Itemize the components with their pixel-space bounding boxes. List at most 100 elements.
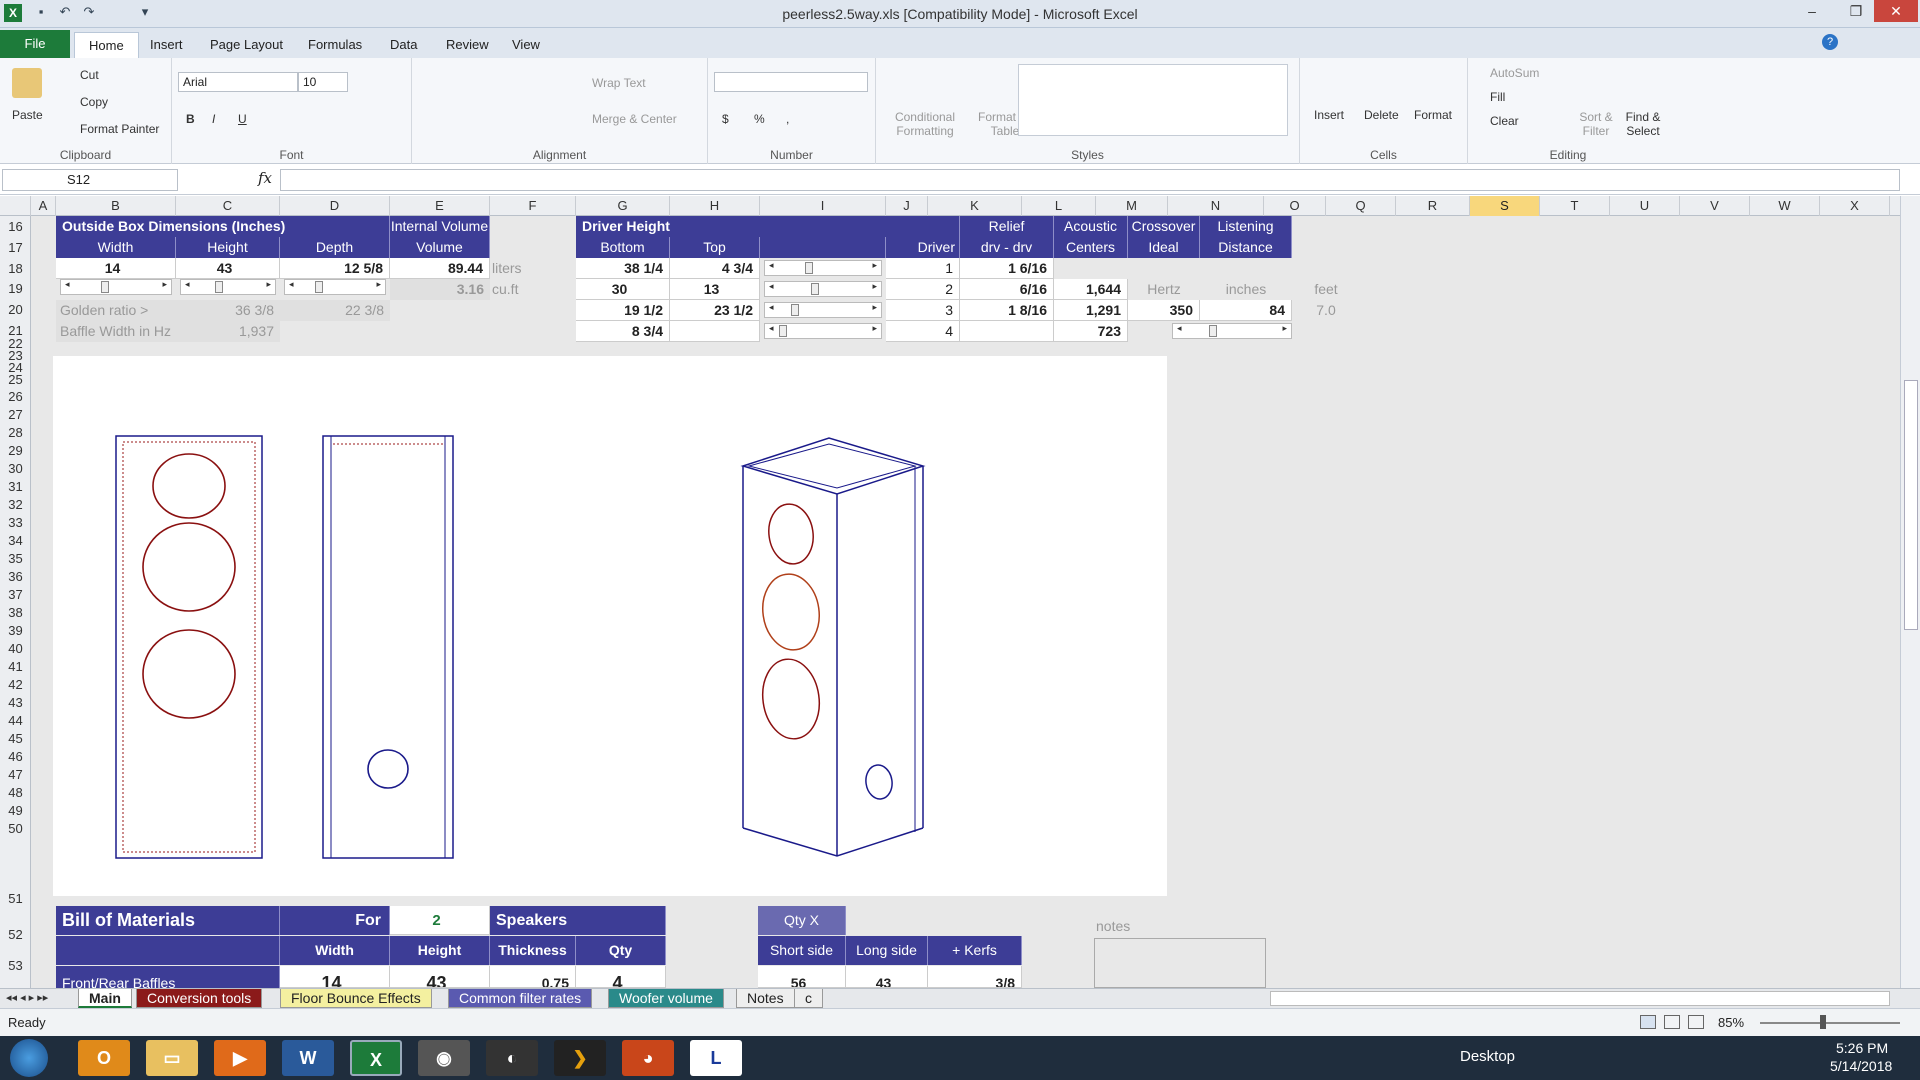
file-explorer-icon[interactable]: ▭ [146, 1040, 198, 1076]
delete-cells-button[interactable]: Delete [1364, 108, 1399, 122]
excel-taskbar-icon[interactable]: X [350, 1040, 402, 1076]
relief-value[interactable]: 1 8/16 [960, 300, 1054, 321]
percent-button[interactable]: % [754, 112, 765, 126]
clock-date[interactable]: 5/14/2018 [1830, 1058, 1892, 1074]
row-header[interactable]: 33 [0, 516, 31, 529]
sheet-tab-c[interactable]: c [794, 989, 823, 1008]
bottom-value[interactable]: 8 3/4 [576, 321, 670, 342]
column-header[interactable]: J [886, 196, 928, 216]
format-painter-button[interactable]: Format Painter [80, 122, 159, 136]
depth-scrollbar[interactable]: ◂ ▸ [284, 279, 386, 295]
column-header[interactable]: O [1264, 196, 1326, 216]
driver-4-scrollbar[interactable]: ◂ ▸ [764, 323, 882, 339]
number-format-combo[interactable] [714, 72, 868, 92]
row-header[interactable]: 36 [0, 570, 31, 583]
tab-page-layout[interactable]: Page Layout [196, 32, 297, 58]
width-value[interactable]: 14 [56, 258, 176, 279]
conditional-formatting-button[interactable]: Conditional Formatting [880, 110, 970, 138]
bold-button[interactable]: B [186, 112, 195, 126]
row-header[interactable]: 18 [0, 262, 31, 275]
media-player-icon[interactable]: ▶ [214, 1040, 266, 1076]
column-header[interactable]: F [490, 196, 576, 216]
bottom-value[interactable]: 19 1/2 [576, 300, 670, 321]
sort-filter-button[interactable]: Sort & Filter [1574, 110, 1618, 138]
listening-value[interactable]: 84 [1200, 300, 1292, 321]
row-header[interactable]: 50 [0, 822, 31, 835]
insert-function-button[interactable]: fx [258, 169, 272, 187]
column-header[interactable]: L [1022, 196, 1096, 216]
close-button[interactable]: ✕ [1874, 0, 1918, 22]
merge-center-button[interactable]: Merge & Center [592, 112, 677, 126]
wrap-text-button[interactable]: Wrap Text [592, 76, 646, 90]
column-header[interactable]: K [928, 196, 1022, 216]
column-header[interactable]: N [1168, 196, 1264, 216]
row-header[interactable]: 29 [0, 444, 31, 457]
column-header[interactable]: U [1610, 196, 1680, 216]
column-header[interactable]: C [176, 196, 280, 216]
row-header[interactable]: 28 [0, 426, 31, 439]
sheet-tab-main[interactable]: Main [78, 989, 132, 1008]
minimize-button[interactable]: – [1790, 0, 1834, 22]
restore-button[interactable]: ❐ [1834, 0, 1878, 22]
help-icon[interactable]: ? [1822, 34, 1838, 50]
column-header[interactable]: M [1096, 196, 1168, 216]
row-header[interactable]: 32 [0, 498, 31, 511]
column-header[interactable]: H [670, 196, 760, 216]
tab-view[interactable]: View [498, 32, 554, 58]
tab-file[interactable]: File [0, 30, 70, 58]
row-header[interactable]: 39 [0, 624, 31, 637]
word-icon[interactable]: W [282, 1040, 334, 1076]
row-header[interactable]: 31 [0, 480, 31, 493]
column-header[interactable]: A [31, 196, 56, 216]
row-header[interactable]: 38 [0, 606, 31, 619]
volume-value[interactable]: 89.44 [390, 258, 490, 279]
row-header[interactable]: 37 [0, 588, 31, 601]
name-box[interactable]: S12 [2, 169, 178, 191]
plex-icon[interactable]: ❯ [554, 1040, 606, 1076]
styles-gallery[interactable] [1018, 64, 1288, 136]
chrome-icon[interactable]: ◉ [418, 1040, 470, 1076]
column-header[interactable]: S [1470, 196, 1540, 216]
app-icon[interactable]: ◐ [486, 1040, 538, 1076]
row-header[interactable]: 45 [0, 732, 31, 745]
format-cells-button[interactable]: Format [1414, 108, 1452, 122]
row-header[interactable]: 30 [0, 462, 31, 475]
vertical-scrollbar[interactable] [1900, 196, 1920, 988]
width-scrollbar[interactable]: ◂ ▸ [60, 279, 172, 295]
select-all-corner[interactable] [0, 196, 31, 216]
row-header[interactable]: 19 [0, 282, 31, 295]
row-header[interactable]: 48 [0, 786, 31, 799]
crossover-value[interactable]: 350 [1128, 300, 1200, 321]
sheet-tab-floor-bounce[interactable]: Floor Bounce Effects [280, 989, 432, 1008]
underline-button[interactable]: U [238, 112, 247, 126]
outlook-icon[interactable]: O [78, 1040, 130, 1076]
row-header[interactable]: 51 [0, 892, 31, 905]
row-header[interactable]: 25 [0, 373, 31, 386]
tab-formulas[interactable]: Formulas [294, 32, 376, 58]
firefox-icon[interactable]: ◕ [622, 1040, 674, 1076]
column-header[interactable]: X [1820, 196, 1890, 216]
fill-button[interactable]: Fill [1490, 90, 1505, 104]
top-value[interactable]: 13 [670, 279, 760, 300]
relief-value[interactable] [960, 321, 1054, 342]
autosum-button[interactable]: AutoSum [1490, 66, 1539, 80]
height-value[interactable]: 43 [176, 258, 280, 279]
row-header[interactable]: 47 [0, 768, 31, 781]
worksheet-grid[interactable]: Outside Box Dimensions (Inches) Width He… [31, 216, 1900, 988]
sheet-tab-woofer-volume[interactable]: Woofer volume [608, 989, 724, 1008]
row-header[interactable]: 27 [0, 408, 31, 421]
row-header[interactable]: 52 [0, 928, 31, 941]
row-header[interactable]: 20 [0, 303, 31, 316]
column-header[interactable]: E [390, 196, 490, 216]
height-scrollbar[interactable]: ◂ ▸ [180, 279, 276, 295]
copy-button[interactable]: Copy [80, 95, 108, 109]
row-header[interactable]: 17 [0, 241, 31, 254]
acoustic-value[interactable]: 1,291 [1054, 300, 1128, 321]
row-header[interactable]: 16 [0, 220, 31, 233]
sheet-tab-filter-rates[interactable]: Common filter rates [448, 989, 593, 1008]
column-header[interactable]: T [1540, 196, 1610, 216]
find-select-button[interactable]: Find & Select [1620, 110, 1666, 138]
font-size-combo[interactable]: 10 [298, 72, 348, 92]
zoom-level[interactable]: 85% [1718, 1015, 1744, 1030]
clear-button[interactable]: Clear [1490, 114, 1519, 128]
